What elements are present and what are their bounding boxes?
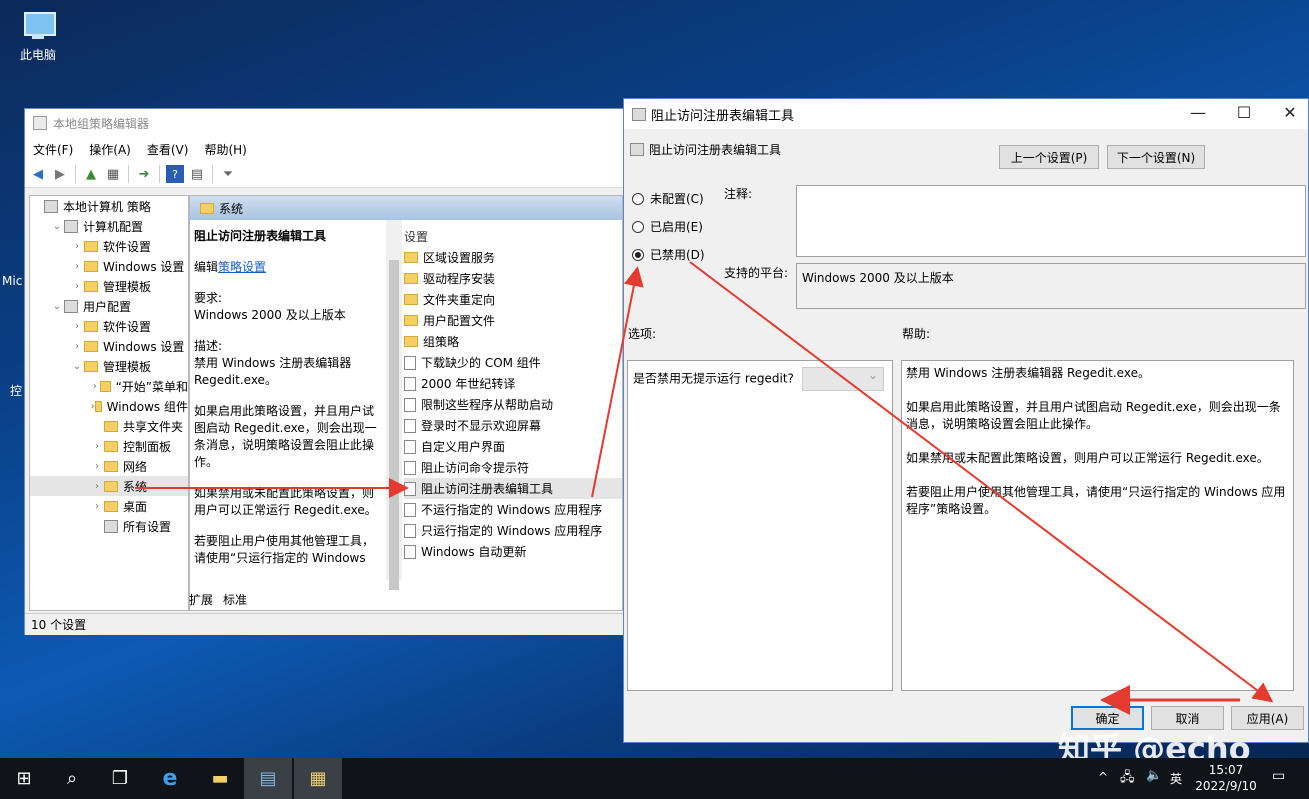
clock-date: 2022/9/10 bbox=[1195, 779, 1257, 793]
start-windows-icon[interactable]: ⊞ bbox=[0, 758, 48, 799]
tray-chevron-icon[interactable]: ^ bbox=[1098, 770, 1108, 784]
server-manager-icon[interactable]: ▤ bbox=[244, 758, 292, 799]
task-view-icon[interactable]: ❐ bbox=[96, 758, 144, 799]
search-icon[interactable]: ⌕ bbox=[48, 758, 96, 799]
clock[interactable]: 15:07 2022/9/10 bbox=[1194, 762, 1258, 794]
gpedit-taskbar-icon[interactable]: ▦ bbox=[294, 758, 342, 799]
file-explorer-icon[interactable]: ▬ bbox=[196, 758, 244, 799]
clock-time: 15:07 bbox=[1208, 763, 1244, 777]
notifications-icon[interactable]: ▭ bbox=[1272, 768, 1285, 784]
internet-explorer-icon[interactable]: e bbox=[146, 758, 194, 799]
network-icon[interactable]: 🖧 bbox=[1120, 768, 1135, 790]
taskbar: ⊞ ⌕ ❐ e ▬ ▤ ▦ ^ 🖧 🔈 英 15:07 2022/9/10 ▭ bbox=[0, 758, 1309, 799]
arrow-setting-to-disabled bbox=[591, 266, 644, 498]
ime-indicator[interactable]: 英 bbox=[1170, 770, 1182, 787]
arrow-disabled-to-apply bbox=[689, 261, 1274, 703]
annotation-arrows bbox=[135, 261, 1274, 715]
volume-icon[interactable]: 🔈 bbox=[1146, 768, 1162, 783]
